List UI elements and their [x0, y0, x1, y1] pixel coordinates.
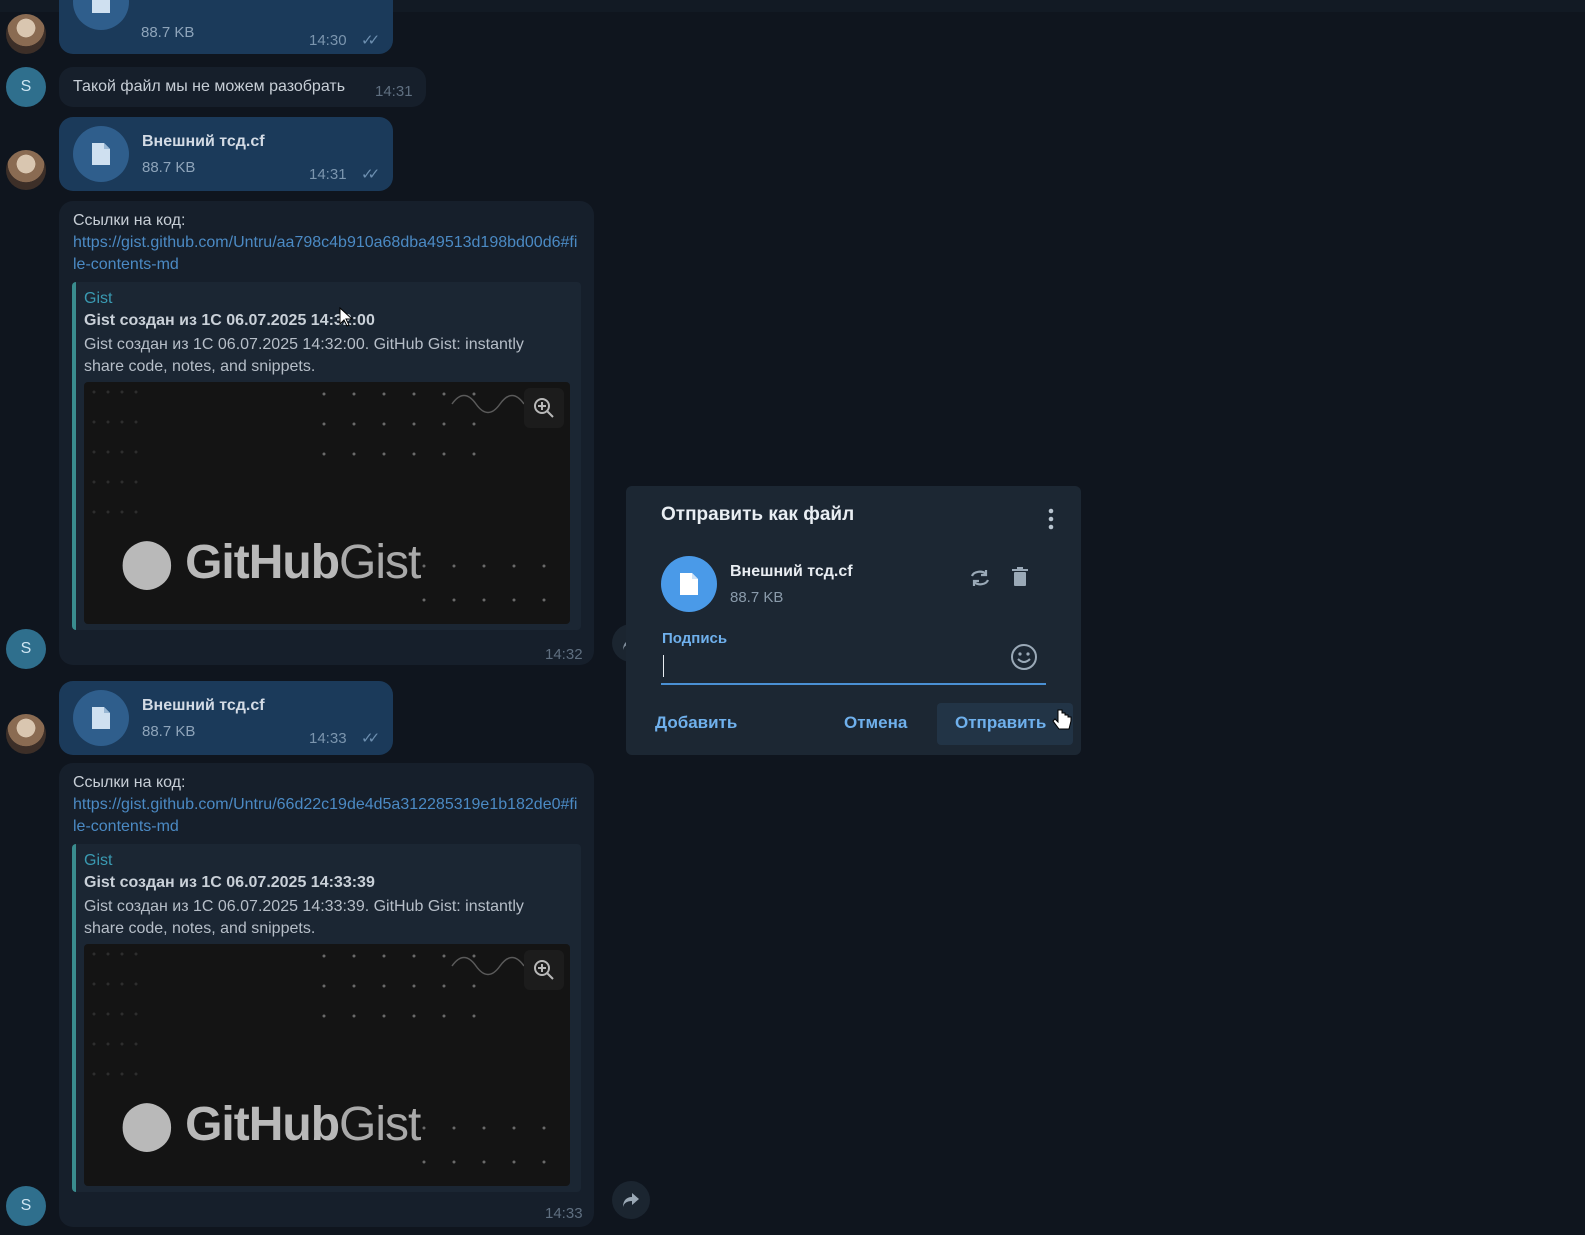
logo-text-light: Gist	[339, 536, 421, 589]
avatar[interactable]: S	[6, 629, 46, 669]
file-icon[interactable]	[73, 0, 129, 30]
file-size: 88.7 KB	[142, 159, 196, 176]
avatar[interactable]: S	[6, 1186, 46, 1226]
zoom-in-icon[interactable]	[524, 950, 564, 990]
preview-title: Gist создан из 1С 06.07.2025 14:33:39	[84, 874, 375, 891]
outgoing-file-message: Внешний тсд.cf 88.7 KB 14:33 ✓✓	[59, 681, 393, 755]
logo-text-bold: GitHub	[185, 536, 340, 589]
message-time: 14:31	[309, 166, 347, 183]
message-text: Такой файл мы не можем разобрать	[73, 78, 346, 95]
message-time: 14:33	[309, 730, 347, 747]
caption-label: Подпись	[662, 630, 728, 647]
preview-image[interactable]: ⬤ GitHubGist	[84, 382, 570, 624]
github-octocat-icon: ⬤	[120, 536, 174, 589]
message-heading: Ссылки на код:	[73, 774, 186, 791]
github-octocat-icon: ⬤	[120, 1098, 174, 1151]
add-button[interactable]: Добавить	[655, 713, 737, 733]
more-vertical-icon[interactable]	[1043, 506, 1059, 532]
zoom-in-icon[interactable]	[524, 388, 564, 428]
logo-text-light: Gist	[339, 1098, 421, 1151]
gist-link[interactable]: https://gist.github.com/Untru/66d22c19de…	[73, 794, 578, 838]
github-gist-logo: ⬤ GitHubGist	[120, 1096, 421, 1152]
link-preview[interactable]: Gist Gist создан из 1С 06.07.2025 14:32:…	[72, 282, 581, 630]
mouse-cursor-icon	[339, 307, 353, 327]
avatar[interactable]	[6, 714, 46, 754]
file-size: 88.7 KB	[142, 723, 196, 740]
logo-text-bold: GitHub	[185, 1098, 340, 1151]
send-as-file-dialog: Отправить как файл Внешний тсд.cf 88.7 K…	[626, 486, 1081, 755]
message-heading: Ссылки на код:	[73, 212, 186, 229]
incoming-text-message: Такой файл мы не можем разобрать 14:31	[59, 67, 426, 107]
send-button[interactable]: Отправить	[955, 713, 1046, 733]
double-check-icon: ✓✓	[361, 166, 380, 183]
dialog-file-name: Внешний тсд.cf	[730, 563, 853, 580]
message-time: 14:33	[545, 1205, 583, 1222]
message-time: 14:31	[375, 83, 413, 100]
dialog-file-size: 88.7 KB	[730, 589, 784, 606]
caption-input[interactable]	[661, 649, 1046, 685]
message-time: 14:30	[309, 32, 347, 49]
file-icon[interactable]	[73, 126, 129, 182]
preview-description: Gist создан из 1С 06.07.2025 14:32:00. G…	[84, 336, 524, 375]
message-time: 14:32	[545, 646, 583, 663]
double-check-icon: ✓✓	[361, 730, 380, 747]
forward-icon[interactable]	[612, 1181, 650, 1219]
cancel-button[interactable]: Отмена	[844, 713, 907, 733]
text-caret	[663, 655, 664, 677]
link-preview[interactable]: Gist Gist создан из 1С 06.07.2025 14:33:…	[72, 844, 581, 1192]
file-icon	[661, 556, 717, 612]
avatar[interactable]	[6, 14, 46, 54]
dialog-title: Отправить как файл	[661, 504, 855, 525]
avatar[interactable]	[6, 150, 46, 190]
replace-icon[interactable]	[968, 568, 992, 588]
github-gist-logo: ⬤ GitHubGist	[120, 534, 421, 590]
emoji-icon[interactable]	[1010, 643, 1038, 671]
file-size: 88.7 KB	[141, 24, 195, 41]
file-icon[interactable]	[73, 690, 129, 746]
hand-cursor-icon	[1052, 709, 1072, 730]
double-check-icon: ✓✓	[361, 32, 380, 49]
outgoing-file-message: Внешний тсд.cf 88.7 KB 14:31 ✓✓	[59, 117, 393, 191]
trash-icon[interactable]	[1012, 567, 1028, 587]
preview-title: Gist создан из 1С 06.07.2025 14:32:00	[84, 312, 375, 329]
outgoing-file-message: 88.7 KB 14:30 ✓✓	[59, 0, 393, 54]
file-name[interactable]: Внешний тсд.cf	[142, 697, 265, 715]
gist-link[interactable]: https://gist.github.com/Untru/aa798c4b91…	[73, 232, 578, 276]
preview-description: Gist создан из 1С 06.07.2025 14:33:39. G…	[84, 898, 524, 937]
preview-site-name: Gist	[84, 852, 113, 869]
avatar[interactable]: S	[6, 67, 46, 107]
preview-site-name: Gist	[84, 290, 113, 307]
file-name[interactable]: Внешний тсд.cf	[142, 133, 265, 151]
preview-image[interactable]: ⬤ GitHubGist	[84, 944, 570, 1186]
